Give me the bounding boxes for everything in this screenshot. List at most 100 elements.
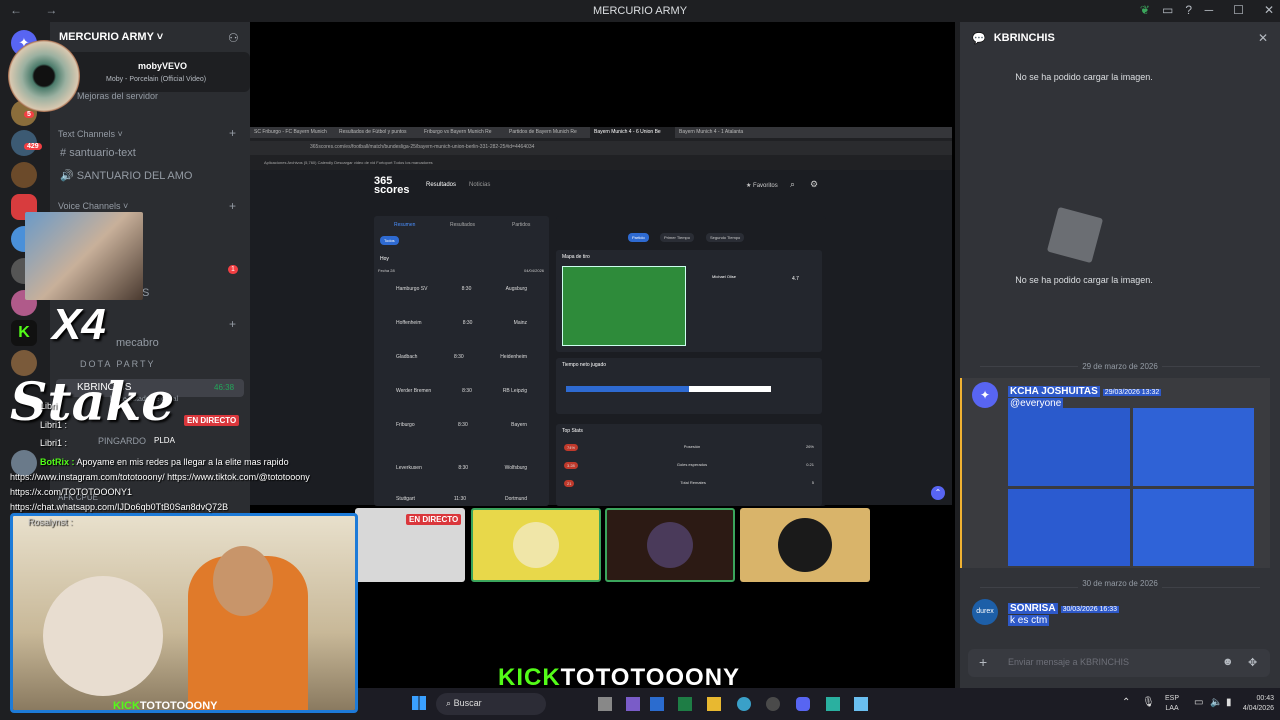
browser-tab[interactable]: SC Friburgo - FC Bayern Munich <box>250 127 335 138</box>
attachment-image[interactable] <box>1132 488 1254 566</box>
close-button[interactable]: ✕ <box>1264 3 1274 17</box>
leaf-icon[interactable]: ❦ <box>1140 3 1150 17</box>
match-row[interactable]: Hoffenheim 8:30 Mainz <box>374 320 549 326</box>
browser-tab[interactable]: Partidos de Bayern Munich Re <box>505 127 590 138</box>
taskbar-app-icon[interactable] <box>678 697 692 711</box>
taskbar-app-icon[interactable] <box>598 697 612 711</box>
top-stats-card: Top Stats 74% Posesión 26% 3.28 Goles esper… <box>556 424 822 506</box>
kick-server-icon[interactable]: K <box>11 320 37 346</box>
channel-santuario-text[interactable]: # santuario-text <box>60 147 136 159</box>
windows-start-icon[interactable] <box>412 696 426 710</box>
browser-tab[interactable]: Bayern Munich 4 - 1 Atalanta <box>675 127 760 138</box>
taskbar-app-icon[interactable] <box>766 697 780 711</box>
add-member-icon[interactable]: ⚇ <box>228 31 239 45</box>
image-error: No se ha podido cargar la imagen. <box>1015 72 1153 82</box>
add-channel-icon[interactable]: + <box>229 126 236 140</box>
title-bar: ← → MERCURIO ARMY ❦ ▭ ? ─ ☐ ✕ <box>0 0 1280 22</box>
match-row[interactable]: Hamburgo SV 8:30 Augsburg <box>374 286 549 292</box>
voice-channels-header[interactable]: Voice Channels ˅ <box>58 201 128 211</box>
avatar[interactable]: ✦ <box>972 382 998 408</box>
add-icon[interactable]: + <box>229 317 236 331</box>
voice-user[interactable]: PLDA <box>154 436 175 445</box>
taskbar-discord-icon[interactable] <box>796 697 810 711</box>
stat-tab[interactable]: Partido <box>628 233 649 242</box>
match-row[interactable]: Friburgo 8:30 Bayern <box>374 422 549 428</box>
site-logo[interactable]: 365 scores <box>374 176 416 196</box>
browser-tab[interactable]: Bayern Munich 4 - 6 Union Be <box>590 127 675 138</box>
chat-line: https://x.com/TOTOTOOONY1 <box>10 487 133 497</box>
stats-panel: Partido Primer Tiempo Segundo Tiempo Map… <box>556 216 826 506</box>
timestamp: 29/03/2026 13:32 <box>1102 389 1162 396</box>
voice-user[interactable]: Libri1 : <box>40 438 67 448</box>
browser-tab[interactable]: Friburgo vs Bayern Munich Re <box>420 127 505 138</box>
taskbar-app-icon[interactable] <box>826 697 840 711</box>
minimize-button[interactable]: ─ <box>1205 3 1214 17</box>
nav-news[interactable]: Noticias <box>469 182 490 188</box>
match-row[interactable]: Leverkusen 8:30 Wolfsburg <box>374 465 549 471</box>
server-name[interactable]: MERCURIO ARMY ˅ <box>59 31 163 43</box>
filter-chip[interactable]: Todos <box>380 236 399 245</box>
maximize-button[interactable]: ☐ <box>1233 3 1244 17</box>
address-bar[interactable]: 365scores.com/es/football/match/bundesli… <box>250 141 952 155</box>
attachment-image[interactable] <box>1008 408 1130 486</box>
chat-line: https://chat.whatsapp.com/IJDo6qb0TtB0Sa… <box>10 502 229 512</box>
tray-chevron-icon[interactable]: ⌃ <box>1122 697 1130 708</box>
voice-user[interactable]: PINGARDO <box>98 436 146 446</box>
play-time-title: Tiempo neto jugado <box>562 362 607 368</box>
participant-tile[interactable] <box>605 508 735 582</box>
nav-results[interactable]: Resultados <box>426 182 456 188</box>
streamer-photo <box>25 212 143 300</box>
match-row[interactable]: Stuttgart 11:30 Dortmund <box>374 496 549 502</box>
volume-icon[interactable]: 🔈 <box>1210 697 1222 708</box>
match-row[interactable]: Werder Bremen 8:30 RB Leipzig <box>374 388 549 394</box>
taskbar-app-icon[interactable] <box>854 697 868 711</box>
voice-dota[interactable]: DOTA PARTY <box>80 359 156 369</box>
boost-link[interactable]: Mejoras del servidor <box>77 91 158 101</box>
emoji-icon[interactable]: ☻ <box>1222 656 1234 668</box>
search-icon[interactable]: ⌕ <box>790 179 795 190</box>
attachment-grid[interactable] <box>1008 408 1254 566</box>
add-voice-icon[interactable]: + <box>229 199 236 213</box>
network-icon[interactable]: ▭ <box>1194 697 1203 708</box>
text-channels-header[interactable]: Text Channels ˅ <box>58 129 123 139</box>
clock[interactable]: 00:43 4/04/2026 <box>1228 694 1274 714</box>
taskbar-app-icon[interactable] <box>737 697 751 711</box>
participant-tile[interactable] <box>740 508 870 582</box>
timestamp: 30/03/2026 16:33 <box>1060 606 1120 613</box>
avatar[interactable]: durex <box>972 599 998 625</box>
scroll-up-icon[interactable]: ⌃ <box>931 486 945 500</box>
mic-icon[interactable]: 🎙 <box>1142 697 1155 708</box>
attachment-image[interactable] <box>1008 488 1130 566</box>
add-attachment-icon[interactable]: + <box>979 654 987 670</box>
inbox-icon[interactable]: ▭ <box>1162 3 1173 17</box>
stat-tab[interactable]: Primer Tiempo <box>660 233 695 242</box>
voice-partial[interactable]: mecabro <box>116 337 159 349</box>
stat-tab[interactable]: Segundo Tiempo <box>706 233 745 242</box>
voice-partial[interactable]: S <box>142 287 149 299</box>
voice-user[interactable]: Libri <box>40 401 57 411</box>
help-icon[interactable]: ? <box>1185 3 1192 17</box>
now-playing-title: mobyVEVO <box>138 61 188 71</box>
participant-tile[interactable] <box>471 508 601 582</box>
voice-user[interactable]: Libri1 : <box>40 420 67 430</box>
voice-santuario[interactable]: 🔊 SANTUARIO DEL AMO <box>60 169 193 182</box>
server-icon[interactable] <box>11 162 37 188</box>
chat-line: https://www.instagram.com/tototooony/ ht… <box>10 472 310 482</box>
settings-icon[interactable]: ⚙ <box>810 179 818 190</box>
attachment-image[interactable] <box>1132 408 1254 486</box>
list-tab[interactable]: Resumen <box>394 222 415 228</box>
favorites-link[interactable]: ★ Favoritos <box>746 182 778 189</box>
taskbar-app-icon[interactable] <box>626 697 640 711</box>
voice-timer: 46:38 <box>214 383 235 392</box>
close-chat-icon[interactable]: ✕ <box>1258 31 1268 45</box>
now-playing-card[interactable] <box>60 52 250 92</box>
taskbar-app-icon[interactable] <box>707 697 721 711</box>
apps-icon[interactable]: ✥ <box>1248 656 1257 669</box>
language-indicator[interactable]: ESP LAA <box>1165 694 1179 714</box>
match-row[interactable]: Gladbach 8:30 Heidenheim <box>374 354 549 360</box>
browser-tab[interactable]: Resultados de Fútbol y puntos <box>335 127 420 138</box>
list-tab[interactable]: Resultados <box>450 222 475 228</box>
list-tab[interactable]: Partidos <box>512 222 530 228</box>
taskbar-app-icon[interactable] <box>650 697 664 711</box>
taskbar-search[interactable]: ⌕ Buscar <box>436 693 546 715</box>
